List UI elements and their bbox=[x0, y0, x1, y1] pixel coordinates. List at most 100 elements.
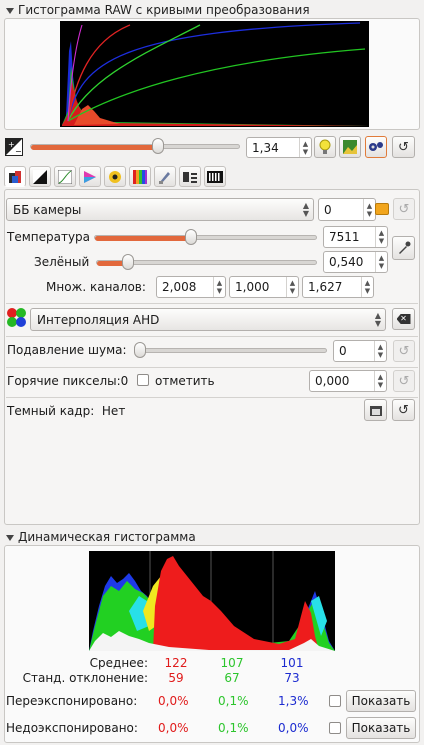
underexposed-show-checkbox[interactable] bbox=[329, 722, 341, 734]
exposure-value[interactable]: 1,34 bbox=[247, 141, 299, 155]
channel-mult-r-input[interactable]: 2,008 ▲ ▼ bbox=[156, 276, 226, 298]
svg-text:+: + bbox=[8, 140, 15, 149]
separator bbox=[6, 303, 418, 304]
exposure-slider-knob[interactable] bbox=[152, 138, 164, 154]
temperature-slider-track[interactable] bbox=[94, 235, 317, 241]
settings-button[interactable] bbox=[365, 136, 387, 158]
channel-mult-b-input[interactable]: 1,627 ▲ ▼ bbox=[302, 276, 374, 298]
spin-arrows-icon[interactable]: ▲ ▼ bbox=[361, 277, 373, 297]
white-balance-method-select[interactable]: ББ камеры ▲ ▼ bbox=[6, 198, 314, 221]
image-preview-button[interactable] bbox=[339, 136, 361, 158]
spin-arrows-icon[interactable]: ▲ ▼ bbox=[363, 199, 375, 220]
dropdown-arrows-icon: ▲ ▼ bbox=[302, 200, 310, 218]
spin-arrows-icon[interactable]: ▲ ▼ bbox=[286, 277, 298, 297]
overexposed-label: Переэкспонировано: bbox=[6, 694, 138, 708]
underexposed-show-label: Показать bbox=[351, 721, 411, 735]
hot-pixels-input[interactable]: 0,000 ▲ ▼ bbox=[309, 370, 387, 392]
overexposed-blue: 1,3% bbox=[278, 694, 309, 708]
underexposed-blue: 0,0% bbox=[278, 721, 309, 735]
separator bbox=[6, 367, 418, 368]
hot-pixels-value[interactable]: 0,000 bbox=[310, 374, 374, 388]
overexposed-red: 0,0% bbox=[158, 694, 189, 708]
auto-exposure-button[interactable] bbox=[314, 136, 336, 158]
noise-value[interactable]: 0 bbox=[334, 344, 374, 358]
temperature-slider-knob[interactable] bbox=[185, 229, 197, 245]
channel-mult-g-input[interactable]: 1,000 ▲ ▼ bbox=[229, 276, 299, 298]
collapse-triangle-icon[interactable] bbox=[6, 7, 14, 14]
temperature-input[interactable]: 7511 ▲ ▼ bbox=[323, 226, 388, 248]
spin-arrows-icon[interactable]: ▲ ▼ bbox=[213, 277, 225, 297]
demosaic-method-select[interactable]: Интерполяция AHD ▲ ▼ bbox=[30, 308, 386, 331]
overexposed-show-label: Показать bbox=[351, 694, 411, 708]
dark-frame-reset-button[interactable]: ↺ bbox=[392, 399, 415, 421]
white-balance-method-value: ББ камеры bbox=[13, 202, 82, 217]
tab-bw[interactable] bbox=[29, 166, 51, 187]
tab-gradient[interactable] bbox=[129, 166, 151, 187]
hot-pixels-reset-button[interactable]: ↺ bbox=[393, 370, 415, 392]
raw-histogram-chart bbox=[60, 21, 369, 127]
tab-curves[interactable] bbox=[54, 166, 76, 187]
dark-frame-label-text: Темный кадр: bbox=[7, 404, 95, 418]
wb-picker-button[interactable] bbox=[392, 236, 415, 260]
stddev-blue: 73 bbox=[284, 671, 300, 685]
lens-icon bbox=[109, 170, 121, 183]
clear-icon: ✕ bbox=[396, 314, 411, 324]
noise-reset-button[interactable]: ↺ bbox=[393, 340, 415, 362]
tab-meta[interactable] bbox=[179, 166, 201, 187]
dynamic-histogram-header[interactable]: Динамическая гистограмма bbox=[6, 530, 196, 544]
dark-frame-value: Нет bbox=[101, 404, 126, 418]
channel-mult-b[interactable]: 1,627 bbox=[303, 280, 361, 294]
color-balance-icon bbox=[9, 170, 21, 183]
spin-arrows-icon[interactable]: ▲ ▼ bbox=[374, 371, 386, 391]
noise-slider-track[interactable] bbox=[134, 348, 327, 353]
green-slider-knob[interactable] bbox=[122, 254, 134, 270]
raw-histogram-header[interactable]: Гистограмма RAW с кривыми преобразования bbox=[6, 3, 310, 17]
hot-pixels-mark-checkbox[interactable] bbox=[137, 374, 149, 386]
underexposed-show-button[interactable]: Показать bbox=[346, 717, 416, 739]
white-balance-method-number[interactable]: 0 bbox=[319, 203, 363, 217]
white-balance-value-input[interactable]: 0 ▲ ▼ bbox=[318, 198, 376, 221]
noise-slider[interactable] bbox=[134, 342, 327, 358]
exposure-value-input[interactable]: 1,34 ▲ ▼ bbox=[246, 137, 312, 158]
exposure-reset-button[interactable]: ↺ bbox=[392, 136, 415, 158]
overexposed-show-button[interactable]: Показать bbox=[346, 690, 416, 712]
exposure-slider[interactable] bbox=[30, 138, 240, 154]
tab-color[interactable] bbox=[79, 166, 101, 187]
noise-input[interactable]: 0 ▲ ▼ bbox=[333, 340, 387, 362]
tab-brush[interactable] bbox=[154, 166, 176, 187]
bw-icon bbox=[33, 169, 47, 184]
mean-red: 122 bbox=[164, 656, 188, 670]
channel-mult-g[interactable]: 1,000 bbox=[230, 280, 286, 294]
noise-slider-knob[interactable] bbox=[134, 342, 146, 358]
temperature-slider-fill bbox=[95, 236, 191, 241]
hot-pixels-mark-label[interactable]: отметить bbox=[155, 374, 215, 388]
temperature-slider[interactable] bbox=[94, 229, 317, 245]
green-label: Зелёный bbox=[34, 255, 90, 269]
wb-preset-icon[interactable] bbox=[375, 203, 389, 215]
overexposed-show-checkbox[interactable] bbox=[329, 695, 341, 707]
collapse-triangle-icon[interactable] bbox=[6, 534, 14, 541]
hot-pixels-label: Горячие пикселы:0 bbox=[7, 374, 129, 388]
channel-mult-r[interactable]: 2,008 bbox=[157, 280, 213, 294]
separator bbox=[6, 336, 418, 337]
temperature-value[interactable]: 7511 bbox=[324, 230, 375, 244]
reset-icon: ↺ bbox=[398, 139, 409, 155]
wb-reset-button[interactable]: ↺ bbox=[393, 198, 415, 220]
spin-arrows-icon[interactable]: ▲ ▼ bbox=[375, 252, 387, 272]
stddev-red: 59 bbox=[168, 671, 184, 685]
green-slider[interactable] bbox=[96, 254, 317, 270]
tab-raw[interactable] bbox=[204, 166, 226, 187]
reset-icon: ↺ bbox=[398, 343, 410, 359]
spin-arrows-icon[interactable]: ▲ ▼ bbox=[299, 138, 311, 157]
green-value[interactable]: 0,540 bbox=[324, 255, 375, 269]
tab-lens[interactable] bbox=[104, 166, 126, 187]
demosaic-clear-button[interactable]: ✕ bbox=[392, 308, 415, 330]
spin-arrows-icon[interactable]: ▲ ▼ bbox=[375, 227, 387, 247]
dark-frame-open-button[interactable] bbox=[364, 399, 387, 421]
green-input[interactable]: 0,540 ▲ ▼ bbox=[323, 251, 388, 273]
color-triangle-icon bbox=[84, 170, 96, 183]
tab-exposure[interactable] bbox=[4, 166, 26, 187]
spin-arrows-icon[interactable]: ▲ ▼ bbox=[374, 341, 386, 361]
rainbow-icon bbox=[133, 169, 147, 184]
exposure-slider-track[interactable] bbox=[30, 144, 240, 150]
